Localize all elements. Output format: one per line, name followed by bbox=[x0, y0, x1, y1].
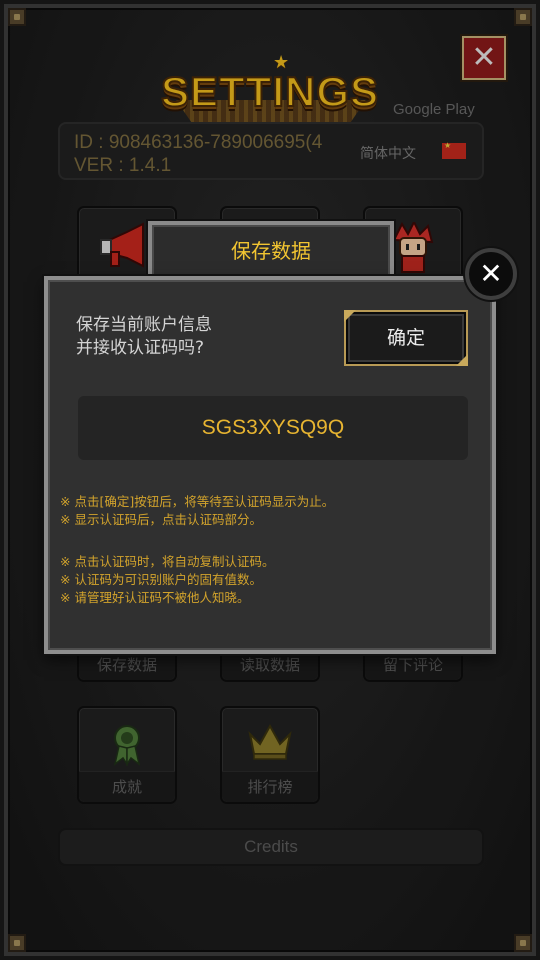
close-icon: ✕ bbox=[479, 257, 503, 290]
corner-ornament bbox=[456, 354, 468, 366]
modal-note: ※ 认证码为可识别账户的固有值数。 bbox=[60, 572, 262, 587]
close-modal-button[interactable]: ✕ bbox=[465, 248, 517, 300]
modal-question: 保存当前账户信息 并接收认证码吗? bbox=[76, 315, 212, 358]
confirm-button[interactable]: 确定 bbox=[344, 310, 468, 366]
modal-note: ※ 点击认证码时，将自动复制认证码。 bbox=[60, 554, 275, 569]
modal-note: ※ 请管理好认证码不被他人知晓。 bbox=[60, 590, 250, 605]
confirm-button-label: 确定 bbox=[386, 327, 425, 349]
modal-title: 保存数据 bbox=[148, 221, 394, 281]
modal-note: ※ 点击[确定]按钮后，将等待至认证码显示为止。 bbox=[60, 494, 335, 509]
corner-ornament bbox=[344, 310, 356, 322]
auth-code-field[interactable]: SGS3XYSQ9Q bbox=[78, 396, 468, 460]
modal-note: ※ 显示认证码后，点击认证码部分。 bbox=[60, 512, 262, 527]
